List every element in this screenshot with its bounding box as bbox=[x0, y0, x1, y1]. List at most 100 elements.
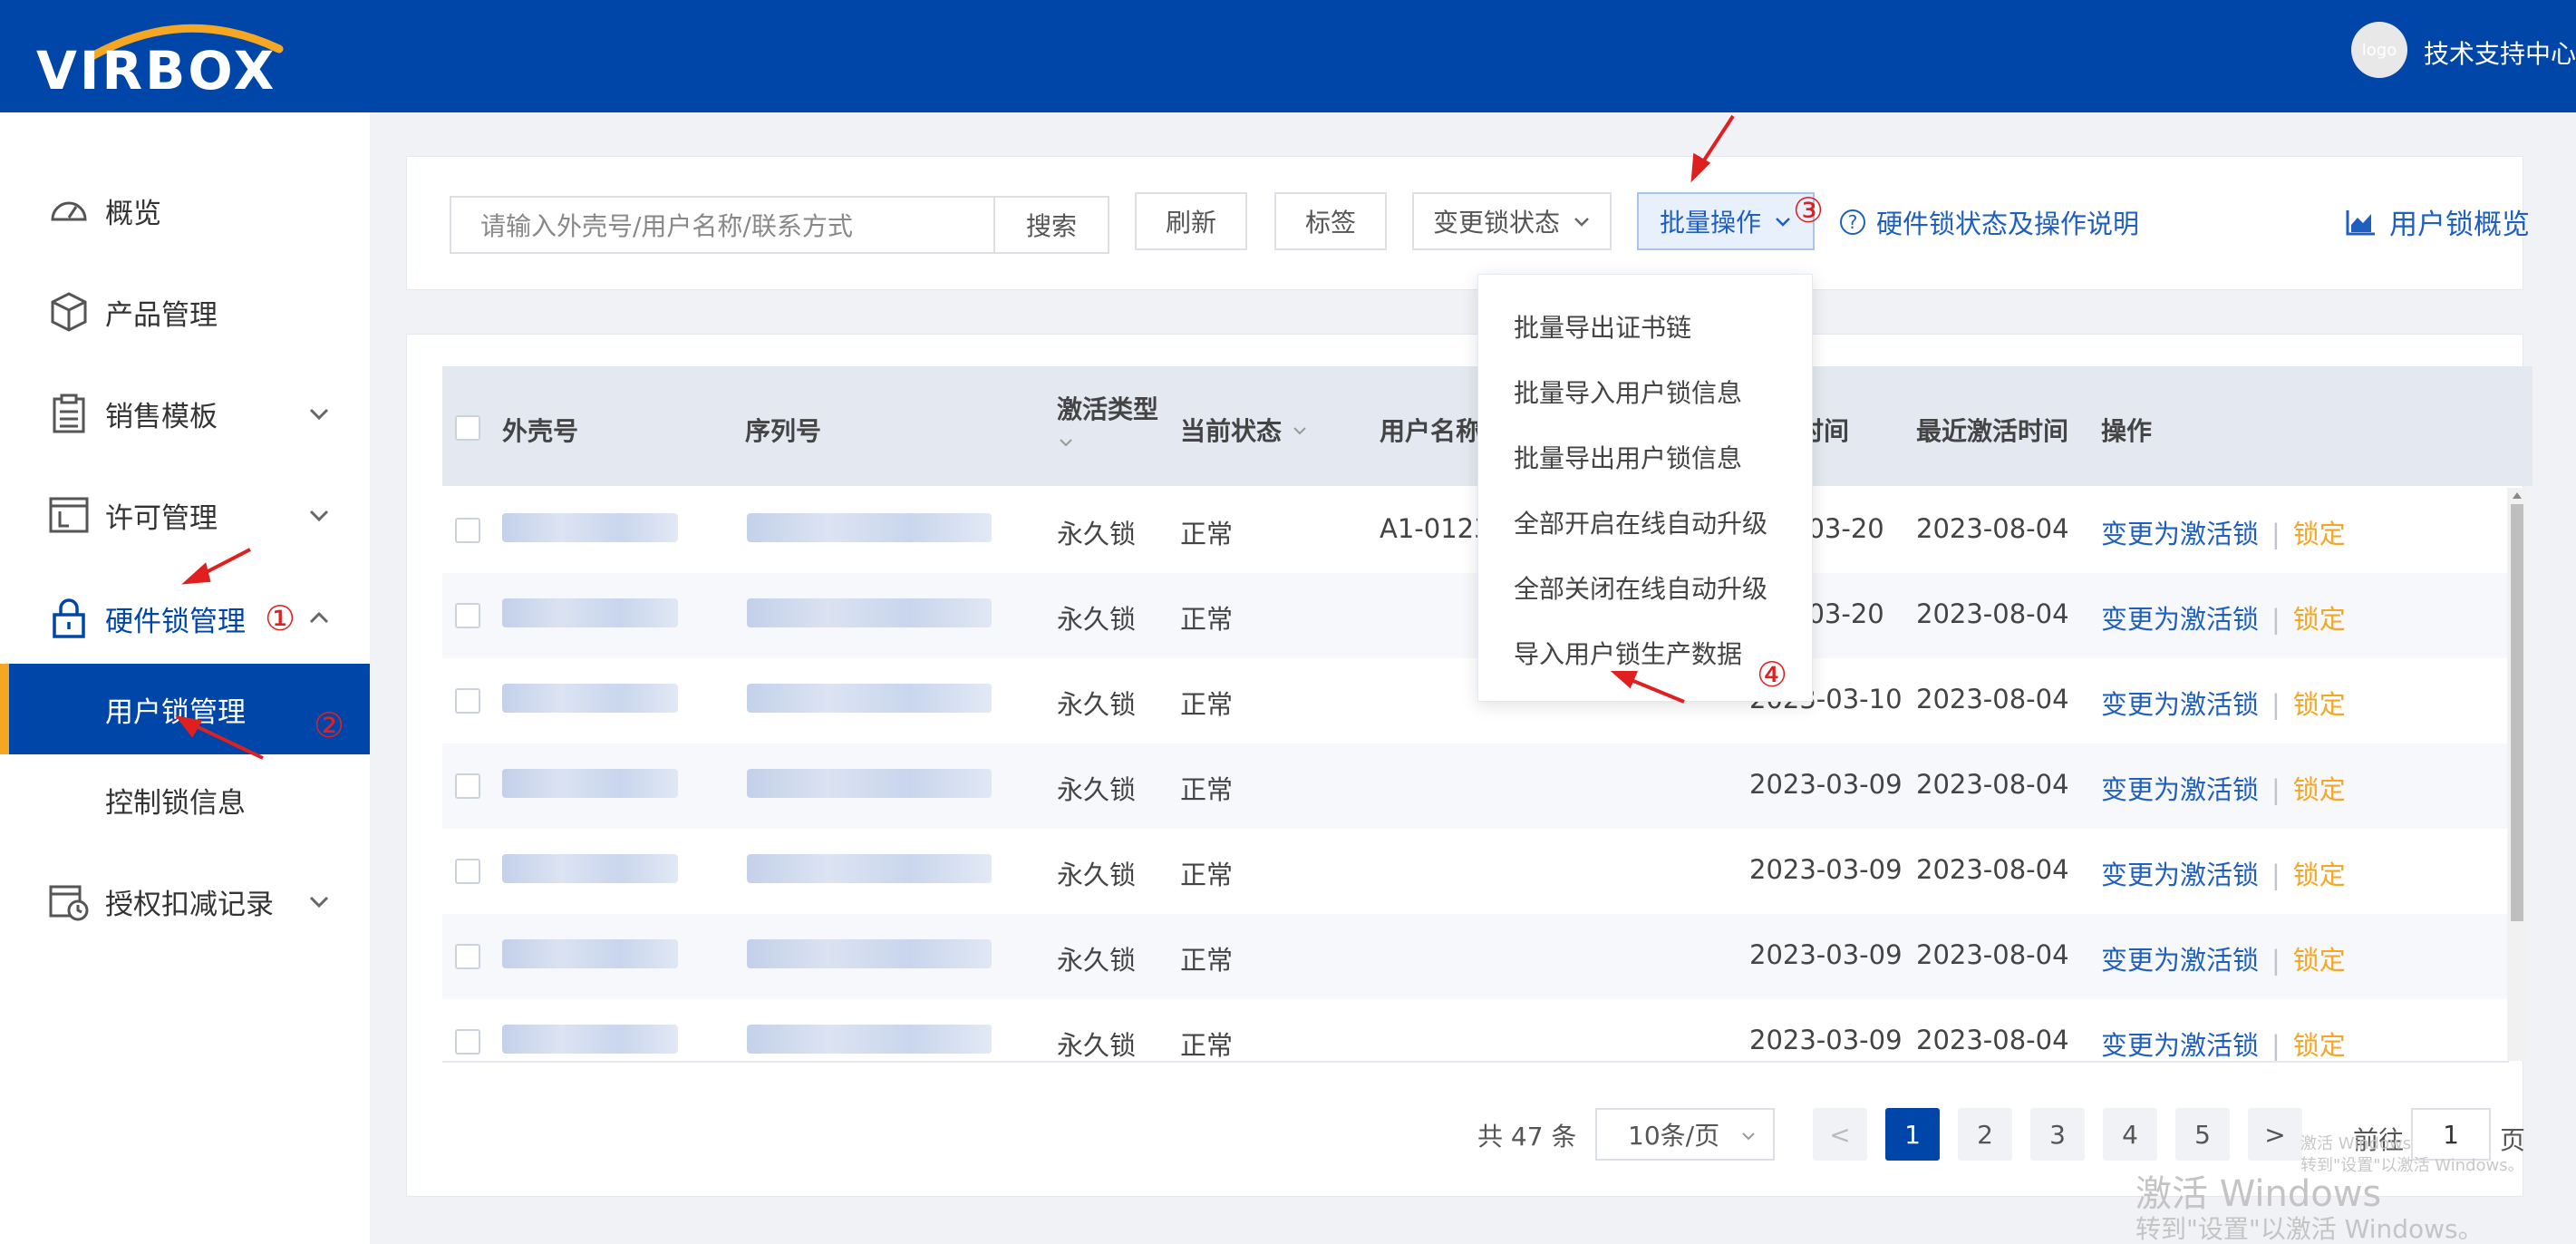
redacted-serial-number bbox=[747, 684, 992, 713]
redacted-serial-number bbox=[747, 769, 992, 798]
sidebar-item-deduction-records[interactable]: 授权扣减记录 bbox=[0, 856, 370, 947]
dashboard-icon bbox=[51, 201, 87, 221]
chevron-down-icon bbox=[1060, 439, 1072, 447]
last-active-cell: 2023-08-04 bbox=[1916, 939, 2069, 970]
search-input[interactable]: 请输入外壳号/用户名称/联系方式 bbox=[450, 196, 995, 254]
sidebar-item-licenses[interactable]: 许可管理 bbox=[0, 470, 370, 560]
op-separator: | bbox=[2271, 774, 2281, 805]
activation-type-cell: 永久锁 bbox=[1057, 774, 1137, 805]
sidebar-item-products[interactable]: 产品管理 bbox=[0, 267, 370, 357]
redacted-serial-number bbox=[747, 513, 992, 542]
redacted-shell-number bbox=[502, 684, 678, 713]
column-header-activation-type[interactable]: 激活类型 bbox=[1057, 390, 1158, 452]
search-button[interactable]: 搜索 bbox=[993, 196, 1109, 254]
row-checkbox[interactable] bbox=[455, 603, 480, 628]
column-header-status[interactable]: 当前状态 bbox=[1180, 412, 1309, 448]
menu-item-disable-auto-upgrade[interactable]: 全部关闭在线自动升级 bbox=[1514, 569, 1767, 606]
status-cell: 正常 bbox=[1180, 774, 1234, 805]
change-to-activation-lock-link[interactable]: 变更为激活锁 bbox=[2101, 860, 2259, 890]
menu-item-import-production-data[interactable]: 导入用户锁生产数据 bbox=[1514, 635, 1742, 671]
refresh-button[interactable]: 刷新 bbox=[1135, 192, 1247, 250]
menu-item-import-user-lock-info[interactable]: 批量导入用户锁信息 bbox=[1514, 374, 1742, 410]
activation-type-cell: 永久锁 bbox=[1057, 689, 1137, 720]
annotation-step-3: ③ bbox=[1793, 190, 1825, 230]
time-cell: 2023-03-09 bbox=[1749, 854, 1903, 885]
redacted-serial-number bbox=[747, 1025, 992, 1054]
page-button-5[interactable]: 5 bbox=[2175, 1108, 2230, 1161]
menu-item-export-cert-chain[interactable]: 批量导出证书链 bbox=[1514, 308, 1691, 345]
prev-page-button[interactable]: < bbox=[1813, 1108, 1867, 1161]
change-to-activation-lock-link[interactable]: 变更为激活锁 bbox=[2101, 519, 2259, 549]
menu-item-export-user-lock-info[interactable]: 批量导出用户锁信息 bbox=[1514, 439, 1742, 475]
virbox-logo[interactable]: VIRBOX bbox=[36, 13, 326, 102]
sidebar-item-label: 控制锁信息 bbox=[105, 786, 246, 820]
sidebar-item-label: 用户锁管理 bbox=[105, 695, 246, 729]
chevron-up-icon bbox=[309, 611, 329, 624]
redacted-shell-number bbox=[502, 939, 678, 968]
activation-type-cell: 永久锁 bbox=[1057, 519, 1137, 549]
op-separator: | bbox=[2271, 519, 2281, 549]
question-circle-icon: ? bbox=[1840, 209, 1865, 235]
clipboard-list-icon bbox=[53, 394, 85, 433]
sidebar-item-control-locks[interactable]: 控制锁信息 bbox=[0, 754, 370, 845]
select-all-checkbox[interactable] bbox=[455, 415, 480, 441]
page-button-3[interactable]: 3 bbox=[2030, 1108, 2085, 1161]
next-page-button[interactable]: > bbox=[2248, 1108, 2302, 1161]
column-header-username[interactable]: 用户名称 bbox=[1380, 412, 1481, 448]
change-status-dropdown[interactable]: 变更锁状态 bbox=[1412, 192, 1612, 250]
page-button-2[interactable]: 2 bbox=[1958, 1108, 2012, 1161]
column-header-last-active[interactable]: 最近激活时间 bbox=[1916, 412, 2068, 448]
lock-link[interactable]: 锁定 bbox=[2293, 945, 2346, 976]
row-checkbox[interactable] bbox=[455, 1029, 480, 1054]
tag-button[interactable]: 标签 bbox=[1274, 192, 1387, 250]
user-name[interactable]: 技术支持中心 bbox=[2424, 34, 2576, 71]
lock-link[interactable]: 锁定 bbox=[2293, 860, 2346, 890]
activation-type-label: 激活类型 bbox=[1057, 394, 1159, 424]
op-separator: | bbox=[2271, 1030, 2281, 1061]
change-to-activation-lock-link[interactable]: 变更为激活锁 bbox=[2101, 774, 2259, 805]
sidebar-item-hardware-locks[interactable]: 硬件锁管理 bbox=[0, 573, 370, 664]
overview-link-label: 用户锁概览 bbox=[2389, 209, 2530, 241]
chevron-down-icon bbox=[1742, 1132, 1755, 1141]
sidebar-item-sales-templates[interactable]: 销售模板 bbox=[0, 368, 370, 459]
lock-link[interactable]: 锁定 bbox=[2293, 1030, 2346, 1061]
page-button-1[interactable]: 1 bbox=[1885, 1108, 1940, 1161]
lock-link[interactable]: 锁定 bbox=[2293, 774, 2346, 805]
change-to-activation-lock-link[interactable]: 变更为激活锁 bbox=[2101, 689, 2259, 720]
last-active-cell: 2023-08-04 bbox=[1916, 854, 2069, 885]
sidebar-item-label: 产品管理 bbox=[105, 298, 218, 332]
batch-operations-dropdown[interactable]: 批量操作 bbox=[1637, 192, 1815, 250]
change-to-activation-lock-link[interactable]: 变更为激活锁 bbox=[2101, 945, 2259, 976]
lock-link[interactable]: 锁定 bbox=[2293, 604, 2346, 635]
calendar-clock-icon bbox=[49, 885, 89, 921]
chevron-down-icon bbox=[309, 510, 329, 522]
operations-cell: 变更为激活锁 | 锁定 bbox=[2101, 1025, 2346, 1061]
column-header-shell[interactable]: 外壳号 bbox=[502, 412, 578, 448]
page-button-4[interactable]: 4 bbox=[2103, 1108, 2157, 1161]
op-separator: | bbox=[2271, 860, 2281, 890]
row-checkbox[interactable] bbox=[455, 944, 480, 969]
change-to-activation-lock-link[interactable]: 变更为激活锁 bbox=[2101, 604, 2259, 635]
logo-text: VIRBOX bbox=[36, 40, 277, 102]
menu-item-enable-auto-upgrade[interactable]: 全部开启在线自动升级 bbox=[1514, 504, 1767, 540]
lock-link[interactable]: 锁定 bbox=[2293, 689, 2346, 720]
sidebar-item-overview[interactable]: 概览 bbox=[0, 165, 370, 256]
user-lock-overview-link[interactable]: 用户锁概览 bbox=[2346, 201, 2530, 242]
change-to-activation-lock-link[interactable]: 变更为激活锁 bbox=[2101, 1030, 2259, 1061]
lock-status-help-link[interactable]: ? 硬件锁状态及操作说明 bbox=[1840, 203, 2139, 241]
page-size-select[interactable]: 10条/页 bbox=[1595, 1108, 1775, 1161]
scroll-up-icon[interactable] bbox=[2511, 490, 2523, 501]
row-checkbox[interactable] bbox=[455, 773, 480, 799]
column-header-serial[interactable]: 序列号 bbox=[745, 412, 821, 448]
row-checkbox[interactable] bbox=[455, 518, 480, 543]
row-checkbox[interactable] bbox=[455, 859, 480, 884]
lock-link[interactable]: 锁定 bbox=[2293, 519, 2346, 549]
annotation-step-2: ② bbox=[314, 705, 345, 745]
table-scrollbar-thumb[interactable] bbox=[2511, 504, 2523, 921]
avatar[interactable]: logo bbox=[2351, 22, 2407, 78]
redacted-shell-number bbox=[502, 513, 678, 542]
operations-cell: 变更为激活锁 | 锁定 bbox=[2101, 939, 2346, 977]
redacted-serial-number bbox=[747, 854, 992, 883]
row-checkbox[interactable] bbox=[455, 688, 480, 714]
op-separator: | bbox=[2271, 689, 2281, 720]
